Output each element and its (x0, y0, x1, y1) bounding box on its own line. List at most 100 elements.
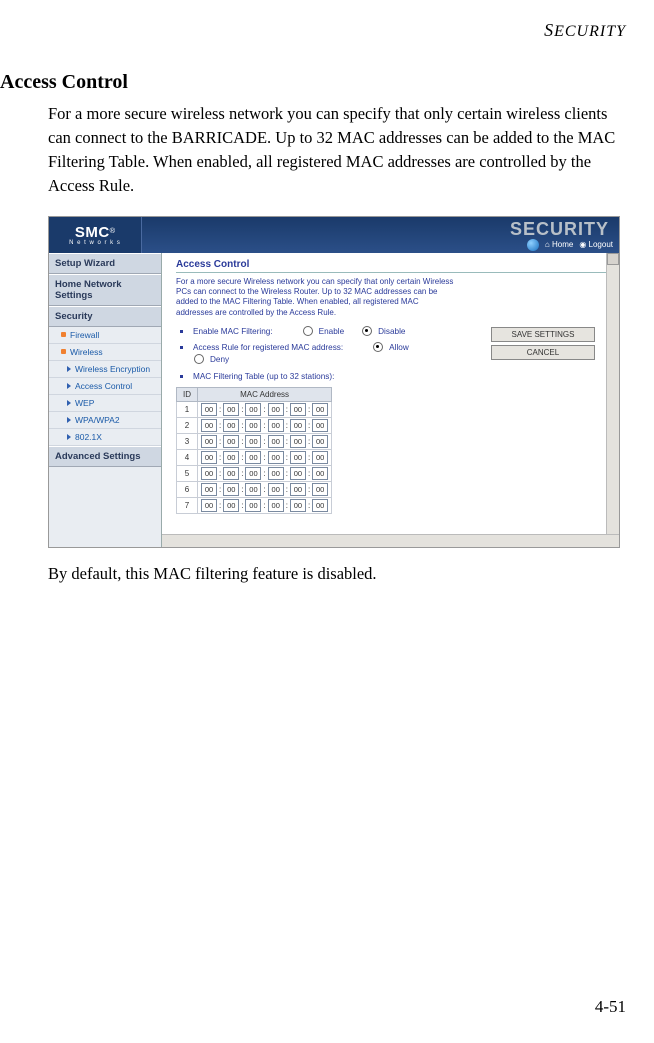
mac-octet-input[interactable]: 00 (312, 403, 328, 416)
mac-octet-input[interactable]: 00 (201, 467, 217, 480)
mac-octet-input[interactable]: 00 (312, 419, 328, 432)
disable-radio[interactable] (362, 326, 372, 336)
logout-link[interactable]: ◉ Logout (579, 240, 613, 249)
save-settings-button[interactable]: SAVE SETTINGS (491, 327, 595, 342)
vertical-scrollbar[interactable] (606, 253, 619, 547)
deny-radio[interactable] (194, 354, 204, 364)
mac-octet-input[interactable]: 00 (223, 451, 239, 464)
screenshot-header-bar: SMC® N e t w o r k s SECURITY ⌂ Home ◉ L… (49, 217, 619, 253)
colon-separator: : (241, 485, 243, 494)
mac-octet-input[interactable]: 00 (268, 419, 284, 432)
colon-separator: : (286, 437, 288, 446)
row-id: 7 (177, 498, 198, 514)
main-panel: Access Control For a more secure Wireles… (162, 253, 619, 547)
colon-separator: : (263, 405, 265, 414)
bullet-icon (180, 346, 183, 349)
sidebar-setup-wizard[interactable]: Setup Wizard (49, 253, 161, 274)
banner-title: SECURITY (510, 219, 609, 240)
colon-separator: : (308, 453, 310, 462)
mac-octet-input[interactable]: 00 (290, 419, 306, 432)
mac-octet-input[interactable]: 00 (201, 403, 217, 416)
sidebar-item-access-control[interactable]: Access Control (49, 378, 161, 395)
running-header: SECURITY (0, 0, 654, 41)
header-initial: S (544, 20, 554, 40)
home-link[interactable]: ⌂ Home (545, 240, 573, 249)
colon-separator: : (241, 469, 243, 478)
mac-octet-input[interactable]: 00 (201, 419, 217, 432)
sidebar-item-wireless-encryption[interactable]: Wireless Encryption (49, 361, 161, 378)
colon-separator: : (263, 469, 265, 478)
sidebar-item-firewall[interactable]: Firewall (49, 327, 161, 344)
mac-octet-input[interactable]: 00 (290, 483, 306, 496)
mac-octet-input[interactable]: 00 (223, 435, 239, 448)
mac-octet-input[interactable]: 00 (223, 499, 239, 512)
allow-radio[interactable] (373, 342, 383, 352)
sidebar-security[interactable]: Security (49, 306, 161, 327)
arrow-icon (67, 434, 71, 440)
mac-octet-input[interactable]: 00 (223, 483, 239, 496)
row-mac: 00:00:00:00:00:00 (198, 498, 332, 514)
mac-octet-input[interactable]: 00 (245, 467, 261, 480)
mac-octet-input[interactable]: 00 (268, 403, 284, 416)
sidebar-item-wpa[interactable]: WPA/WPA2 (49, 412, 161, 429)
sidebar-home-network[interactable]: Home Network Settings (49, 274, 161, 306)
colon-separator: : (219, 501, 221, 510)
mac-octet-input[interactable]: 00 (245, 403, 261, 416)
table-row: 600:00:00:00:00:00 (177, 482, 332, 498)
row-id: 2 (177, 418, 198, 434)
page-number: 4-51 (595, 997, 626, 1017)
cancel-button[interactable]: CANCEL (491, 345, 595, 360)
mac-octet-input[interactable]: 00 (290, 499, 306, 512)
mac-octet-input[interactable]: 00 (223, 467, 239, 480)
enable-radio[interactable] (303, 326, 313, 336)
panel-heading: Access Control (176, 259, 609, 273)
mac-octet-input[interactable]: 00 (245, 419, 261, 432)
header-rest: ECURITY (554, 23, 626, 40)
enable-text: Enable (319, 327, 345, 336)
mac-octet-input[interactable]: 00 (245, 435, 261, 448)
mac-octet-input[interactable]: 00 (201, 435, 217, 448)
mac-octet-input[interactable]: 00 (312, 499, 328, 512)
colon-separator: : (263, 485, 265, 494)
colon-separator: : (263, 437, 265, 446)
mac-octet-input[interactable]: 00 (268, 499, 284, 512)
mac-octet-input[interactable]: 00 (290, 451, 306, 464)
table-row: 200:00:00:00:00:00 (177, 418, 332, 434)
horizontal-scrollbar[interactable] (162, 534, 619, 547)
colon-separator: : (219, 469, 221, 478)
mac-octet-input[interactable]: 00 (290, 435, 306, 448)
logo-text: SMC (75, 224, 110, 241)
mac-octet-input[interactable]: 00 (312, 435, 328, 448)
colon-separator: : (219, 405, 221, 414)
disable-text: Disable (378, 327, 405, 336)
mac-octet-input[interactable]: 00 (268, 467, 284, 480)
sidebar-item-8021x[interactable]: 802.1X (49, 429, 161, 446)
sidebar-item-wep[interactable]: WEP (49, 395, 161, 412)
mac-octet-input[interactable]: 00 (290, 403, 306, 416)
action-buttons: SAVE SETTINGS CANCEL (491, 327, 595, 360)
row-mac: 00:00:00:00:00:00 (198, 418, 332, 434)
colon-separator: : (308, 485, 310, 494)
colon-separator: : (241, 501, 243, 510)
mac-octet-input[interactable]: 00 (223, 419, 239, 432)
mac-octet-input[interactable]: 00 (312, 467, 328, 480)
mac-octet-input[interactable]: 00 (312, 483, 328, 496)
table-row: 100:00:00:00:00:00 (177, 402, 332, 418)
mac-octet-input[interactable]: 00 (268, 451, 284, 464)
table-row: 400:00:00:00:00:00 (177, 450, 332, 466)
mac-octet-input[interactable]: 00 (201, 483, 217, 496)
outro-paragraph: By default, this MAC filtering feature i… (48, 562, 626, 586)
mac-octet-input[interactable]: 00 (245, 451, 261, 464)
sidebar-advanced[interactable]: Advanced Settings (49, 446, 161, 467)
sidebar-item-wireless[interactable]: Wireless (49, 344, 161, 361)
mac-octet-input[interactable]: 00 (268, 483, 284, 496)
mac-octet-input[interactable]: 00 (201, 499, 217, 512)
mac-octet-input[interactable]: 00 (245, 499, 261, 512)
mac-octet-input[interactable]: 00 (290, 467, 306, 480)
mac-octet-input[interactable]: 00 (201, 451, 217, 464)
mac-octet-input[interactable]: 00 (223, 403, 239, 416)
colon-separator: : (286, 453, 288, 462)
mac-octet-input[interactable]: 00 (245, 483, 261, 496)
mac-octet-input[interactable]: 00 (312, 451, 328, 464)
mac-octet-input[interactable]: 00 (268, 435, 284, 448)
